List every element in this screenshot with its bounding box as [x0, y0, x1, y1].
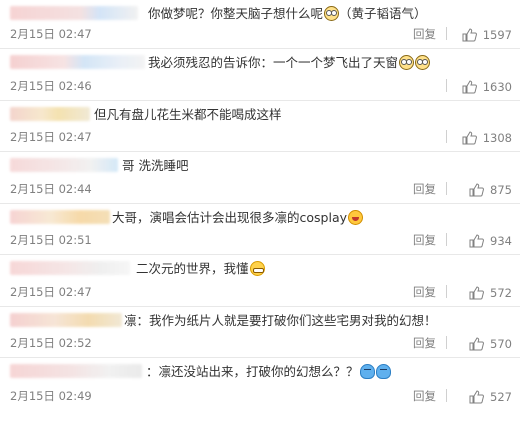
thumbs-up-icon: [469, 182, 484, 196]
comment-item: 你做梦呢？你整天脑子想什么呢 （黄子韬语气） 2月15日 02:47 回复 159…: [0, 0, 520, 49]
blurred-username: [10, 55, 145, 69]
glasses-face-icon: [399, 55, 415, 70]
comment-item: 哥 洗洗睡吧 2月15日 02:44 回复 875: [0, 152, 520, 204]
comment-item: 但凡有盘儿花生米都不能喝成这样 2月15日 02:47 1308: [0, 101, 520, 152]
divider: [446, 181, 447, 195]
divider: [446, 78, 447, 92]
like-button[interactable]: 527: [469, 390, 512, 404]
like-button[interactable]: 1308: [462, 131, 512, 145]
blurred-username: [10, 6, 138, 20]
thumbs-up-icon: [462, 131, 477, 145]
comment-item: 大哥，演唱会估计会出现很多凛的cosplay 2月15日 02:51 回复 93…: [0, 204, 520, 255]
reply-button[interactable]: 回复: [413, 26, 436, 42]
comment-time: 2月15日 02:44: [10, 181, 92, 196]
comment-item: 我必须残忍的告诉你：一个一个梦飞出了天窗 2月15日 02:46 1630: [0, 49, 520, 101]
comment-list: 你做梦呢？你整天脑子想什么呢 （黄子韬语气） 2月15日 02:47 回复 159…: [0, 0, 520, 410]
blurred-username: [10, 364, 142, 378]
blurred-username: [10, 312, 122, 327]
like-count: 875: [490, 182, 512, 197]
grin-face-icon: [249, 261, 265, 276]
like-count: 1630: [482, 79, 512, 94]
comment-text: 凛：我作为纸片人就是要打破你们这些宅男对我的幻想！: [124, 312, 437, 328]
like-count: 934: [490, 234, 512, 248]
divider: [446, 130, 447, 143]
thumbs-up-icon: [469, 285, 484, 299]
blurred-username: [10, 209, 110, 224]
comment-time: 2月15日 02:46: [10, 78, 92, 93]
laugh-face-icon: [348, 209, 363, 225]
comment-time: 2月15日 02:47: [10, 130, 92, 144]
blurred-username: [10, 158, 118, 172]
thumbs-up-icon: [469, 234, 484, 248]
like-button[interactable]: 934: [469, 234, 512, 248]
comment-item: ：凛还没站出来，打破你的幻想么？？ 2月15日 02:49 回复 527: [0, 358, 520, 410]
like-count: 572: [490, 285, 512, 300]
blurred-username: [10, 261, 130, 275]
reply-button[interactable]: 回复: [413, 181, 436, 197]
comment-text: 大哥，演唱会估计会出现很多凛的cosplay: [112, 209, 363, 227]
glasses-face-icon: [324, 6, 340, 21]
glasses-face-icon: [415, 55, 431, 70]
comment-text: 但凡有盘儿花生米都不能喝成这样: [94, 106, 282, 122]
comment-text: 哥 洗洗睡吧: [122, 158, 189, 173]
comment-time: 2月15日 02:51: [10, 233, 92, 247]
comment-time: 2月15日 02:52: [10, 336, 92, 350]
divider: [446, 233, 447, 246]
thumbs-up-icon: [469, 337, 484, 351]
divider: [446, 388, 447, 402]
like-button[interactable]: 572: [469, 286, 512, 300]
divider: [446, 336, 447, 349]
thumbs-up-icon: [462, 28, 477, 42]
reply-button[interactable]: 回复: [413, 388, 436, 404]
like-count: 527: [490, 389, 512, 404]
comment-text: ：凛还没站出来，打破你的幻想么？？: [146, 363, 391, 381]
like-count: 570: [490, 337, 512, 351]
reply-button[interactable]: 回复: [413, 284, 436, 300]
comment-time: 2月15日 02:47: [10, 284, 92, 299]
comment-text: 我必须残忍的告诉你：一个一个梦飞出了天窗: [148, 54, 431, 72]
divider: [446, 27, 447, 40]
comment-text: 你做梦呢？你整天脑子想什么呢 （黄子韬语气）: [148, 6, 427, 21]
reply-button[interactable]: 回复: [413, 335, 436, 351]
dunno-face-icon: [375, 364, 391, 379]
comment-time: 2月15日 02:47: [10, 27, 92, 41]
like-button[interactable]: 1630: [462, 80, 512, 94]
like-button[interactable]: 570: [469, 337, 512, 351]
thumbs-up-icon: [462, 79, 477, 93]
dunno-face-icon: [359, 364, 375, 379]
comment-text: 二次元的世界，我懂: [136, 260, 265, 278]
thumbs-up-icon: [469, 389, 484, 403]
comment-item: 凛：我作为纸片人就是要打破你们这些宅男对我的幻想！ 2月15日 02:52 回复…: [0, 307, 520, 358]
divider: [446, 284, 447, 298]
comment-time: 2月15日 02:49: [10, 388, 92, 403]
like-count: 1308: [482, 131, 512, 145]
comment-item: 二次元的世界，我懂 2月15日 02:47 回复 572: [0, 255, 520, 307]
like-button[interactable]: 875: [469, 183, 512, 197]
like-button[interactable]: 1597: [462, 28, 512, 42]
blurred-username: [10, 106, 90, 121]
reply-button[interactable]: 回复: [413, 232, 436, 248]
like-count: 1597: [482, 28, 512, 42]
